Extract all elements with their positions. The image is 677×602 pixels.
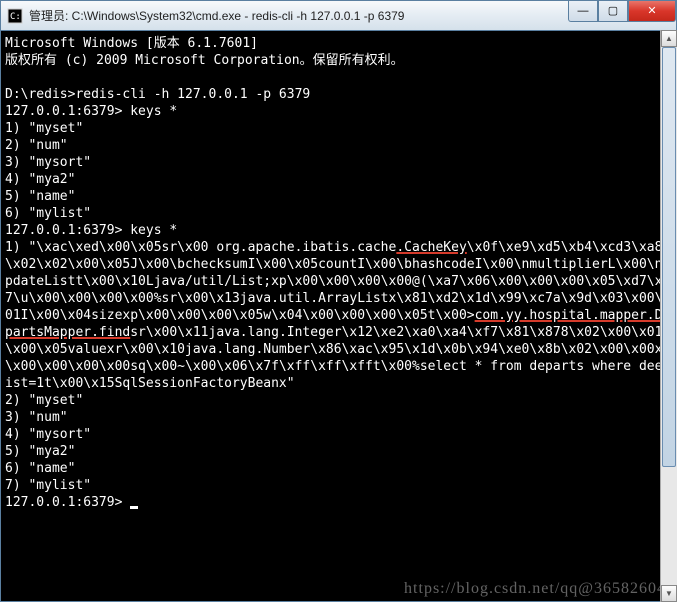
line: 6) "name"	[5, 461, 75, 476]
maximize-button[interactable]: ▢	[598, 1, 628, 22]
highlight-cachekey: .CacheKey	[396, 240, 466, 255]
svg-text:C:: C:	[10, 12, 21, 22]
line: 6) "mylist"	[5, 206, 91, 221]
line: 127.0.0.1:6379> keys *	[5, 104, 177, 119]
window-title: 管理员: C:\Windows\System32\cmd.exe - redis…	[29, 7, 568, 24]
line: 5) "name"	[5, 189, 75, 204]
line: 版权所有 (c) 2009 Microsoft Corporation。保留所有…	[5, 53, 404, 68]
line: 127.0.0.1:6379> keys *	[5, 223, 177, 238]
line: 2) "myset"	[5, 393, 83, 408]
line: 3) "num"	[5, 410, 68, 425]
line: 5) "mya2"	[5, 444, 75, 459]
cmd-icon: C:	[7, 8, 23, 24]
line: 1) "myset"	[5, 121, 83, 136]
line: 2) "num"	[5, 138, 68, 153]
line: 127.0.0.1:6379>	[5, 495, 130, 510]
minimize-button[interactable]: —	[568, 1, 598, 22]
scroll-up-button[interactable]: ▲	[661, 30, 677, 47]
cursor	[130, 506, 138, 509]
cmd-window: C: 管理员: C:\Windows\System32\cmd.exe - re…	[0, 0, 677, 602]
scroll-track[interactable]	[661, 47, 677, 585]
scroll-down-button[interactable]: ▼	[661, 585, 677, 602]
vertical-scrollbar[interactable]: ▲ ▼	[660, 30, 677, 602]
line: D:\redis>redis-cli -h 127.0.0.1 -p 6379	[5, 87, 310, 102]
line: 4) "mya2"	[5, 172, 75, 187]
window-controls: — ▢ ✕	[568, 1, 676, 22]
scroll-thumb[interactable]	[662, 47, 676, 467]
console-output[interactable]: Microsoft Windows [版本 6.1.7601] 版权所有 (c)…	[1, 31, 676, 601]
line: Microsoft Windows [版本 6.1.7601]	[5, 36, 258, 51]
titlebar[interactable]: C: 管理员: C:\Windows\System32\cmd.exe - re…	[1, 1, 676, 31]
line: 4) "mysort"	[5, 427, 91, 442]
line: 7) "mylist"	[5, 478, 91, 493]
line	[5, 70, 13, 85]
line: 3) "mysort"	[5, 155, 91, 170]
watermark: https://blog.csdn.net/qq@36582604	[404, 580, 666, 597]
close-button[interactable]: ✕	[628, 1, 676, 22]
line: 1) "\xac\xed\x00\x05sr\x00 org.apache.ib…	[5, 240, 396, 255]
